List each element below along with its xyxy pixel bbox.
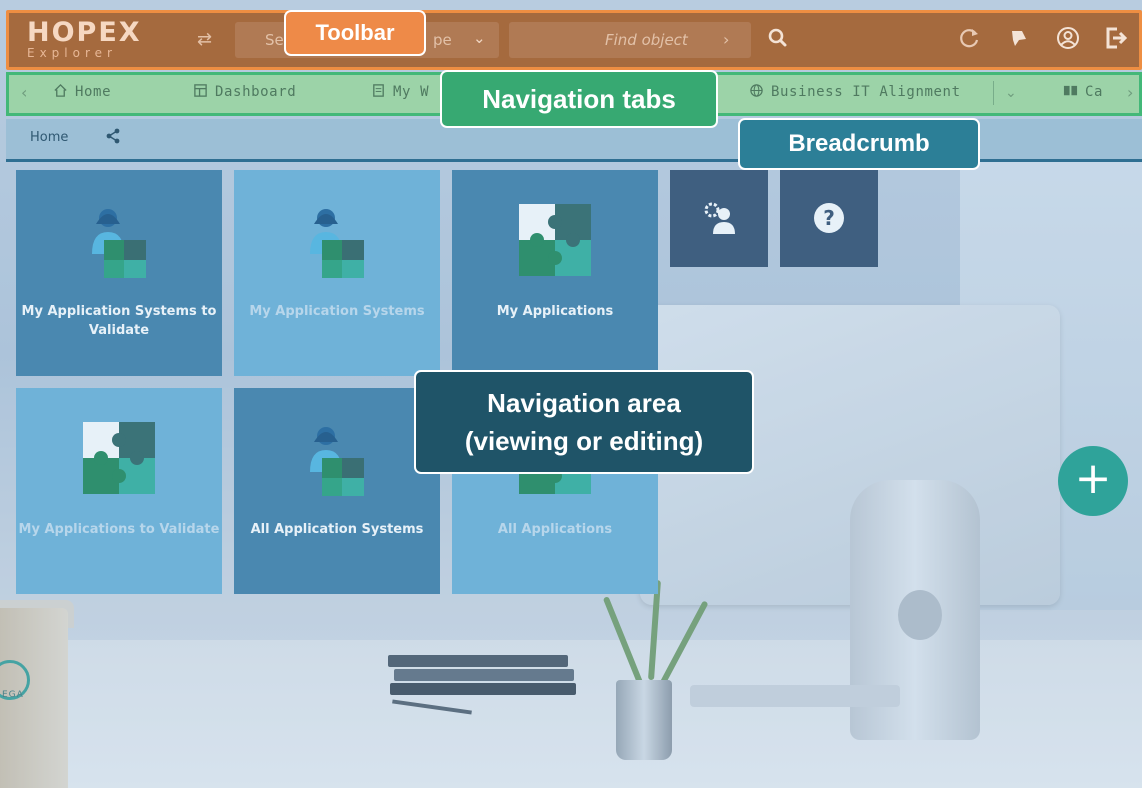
person-puzzle-icon <box>92 209 146 278</box>
logout-icon[interactable] <box>1103 25 1133 55</box>
tile-label: All Applications <box>497 522 613 537</box>
breadcrumb-home[interactable]: Home <box>30 130 68 145</box>
tile-my-applications-to-validate[interactable]: My Applications to Validate <box>16 388 222 594</box>
person-gear-icon <box>704 202 735 234</box>
tile-help[interactable]: ? <box>780 170 878 267</box>
pin-icon[interactable] <box>1005 25 1035 55</box>
svg-text:?: ? <box>823 206 835 230</box>
book-icon <box>1063 85 1078 96</box>
tile-administration[interactable] <box>670 170 768 267</box>
callout-navigation-area-line1: Navigation area <box>487 388 681 418</box>
document-icon <box>373 84 384 97</box>
callout-navigation-tabs: Navigation tabs <box>440 70 718 128</box>
tile-label: My Application Systems <box>249 304 425 319</box>
tile-all-application-systems[interactable]: All Application Systems <box>234 388 440 594</box>
chevron-right-icon: › <box>723 30 730 49</box>
tab-catalog[interactable]: Ca <box>1063 83 1103 105</box>
logo-subtitle: Explorer <box>27 46 117 60</box>
tabs-scroll-left-icon[interactable]: ‹ <box>21 83 27 102</box>
refresh-icon[interactable] <box>957 25 987 55</box>
question-icon: ? <box>814 203 844 233</box>
find-object-input[interactable]: Find object › <box>509 22 751 58</box>
tile-label: My Applications <box>496 304 614 319</box>
tab-dashboard[interactable]: Dashboard <box>193 83 296 105</box>
user-account-icon[interactable] <box>1055 25 1085 55</box>
find-object-placeholder: Find object <box>605 31 688 49</box>
search-icon[interactable] <box>765 25 795 55</box>
tab-label: Business IT Alignment <box>771 84 961 100</box>
puzzle-icon <box>519 204 591 276</box>
tabs-scroll-right-icon[interactable]: › <box>1127 83 1133 102</box>
chevron-down-icon: ⌄ <box>473 29 486 47</box>
callout-breadcrumb: Breadcrumb <box>738 118 980 170</box>
tab-label: My W <box>393 84 430 100</box>
tabs-dropdown-icon[interactable]: ⌄ <box>1005 85 1017 101</box>
search-type-placeholder-tail: pe <box>433 31 452 49</box>
toolbar: HOPEX Explorer ⇄ Se pe ⌄ Find object › <box>6 10 1142 70</box>
share-icon[interactable] <box>106 128 120 144</box>
house-icon <box>54 83 67 97</box>
dashboard-icon <box>194 84 207 97</box>
tile-label: My Application Systems to Validate <box>21 304 217 338</box>
tile-label: All Application Systems <box>250 522 424 537</box>
add-button[interactable]: + <box>1058 446 1128 516</box>
logo-title: HOPEX <box>27 17 142 48</box>
search-type-placeholder: Se <box>265 31 284 49</box>
person-puzzle-icon <box>310 427 364 496</box>
tab-business-it-alignment[interactable]: Business IT Alignment <box>749 83 961 105</box>
tile-my-application-systems[interactable]: My Application Systems <box>234 170 440 376</box>
tab-separator <box>993 81 994 105</box>
app-screen: EGA HOPEX Explorer ⇄ Se pe ⌄ Find object… <box>0 0 1142 788</box>
callout-navigation-area-line2: (viewing or editing) <box>464 426 704 456</box>
person-puzzle-icon <box>310 209 364 278</box>
tab-label: Home <box>75 84 112 100</box>
tile-label: My Applications to Validate <box>18 522 220 537</box>
tab-my-workspace[interactable]: My W <box>371 83 429 105</box>
tab-home[interactable]: Home <box>53 83 111 105</box>
callout-toolbar: Toolbar <box>284 10 426 56</box>
globe-icon <box>750 84 763 97</box>
switch-icon[interactable]: ⇄ <box>197 29 212 50</box>
tab-label: Dashboard <box>215 84 297 100</box>
hopex-logo[interactable]: HOPEX Explorer <box>27 17 142 60</box>
plus-icon: + <box>1074 453 1112 504</box>
tab-label: Ca <box>1085 84 1104 100</box>
puzzle-icon <box>83 422 155 494</box>
callout-navigation-area: Navigation area (viewing or editing) <box>414 370 754 474</box>
tile-my-application-systems-to-validate[interactable]: My Application Systems to Validate <box>16 170 222 376</box>
tile-my-applications[interactable]: My Applications <box>452 170 658 376</box>
